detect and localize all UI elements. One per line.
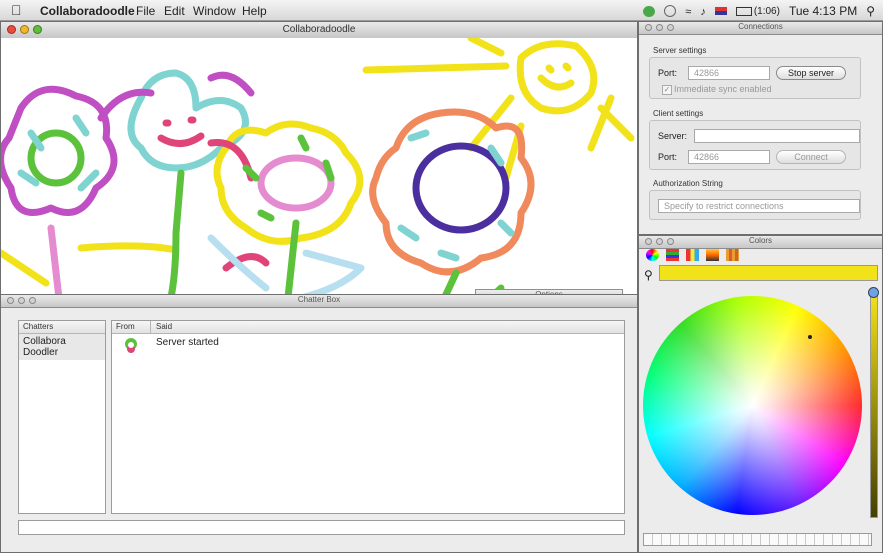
- crayons-icon[interactable]: [726, 249, 739, 261]
- colors-window: Colors ⚲: [638, 235, 883, 553]
- color-sliders-icon[interactable]: [666, 249, 679, 261]
- doodle-sun-face: [537, 62, 575, 91]
- immediate-sync-label: Immediate sync enabled: [674, 84, 772, 94]
- auth-group: Specify to restrict connections: [649, 190, 861, 220]
- doodle-purple-flower: [1, 85, 118, 216]
- brightness-slider[interactable]: [870, 292, 878, 518]
- app-menu[interactable]: Collaboradoodle: [40, 4, 135, 18]
- doodle-face-flower-face: [157, 116, 205, 147]
- client-settings-label: Client settings: [653, 109, 704, 118]
- selected-color-bar[interactable]: [659, 265, 878, 281]
- menu-edit[interactable]: Edit: [164, 4, 185, 18]
- colors-titlebar[interactable]: Colors: [639, 236, 882, 249]
- server-settings-group: Port: 42866 Stop server ✓ Immediate sync…: [649, 57, 861, 99]
- main-titlebar[interactable]: Collaboradoodle: [1, 22, 637, 39]
- clock[interactable]: Tue 4:13 PM: [789, 4, 857, 18]
- colors-title: Colors: [748, 236, 773, 245]
- doodle-sun: [516, 40, 598, 115]
- server-settings-label: Server settings: [653, 46, 707, 55]
- connect-button[interactable]: Connect: [776, 150, 846, 164]
- chatter-item[interactable]: Collabora Doodler: [19, 334, 105, 360]
- menu-file[interactable]: File: [136, 4, 155, 18]
- menu-help[interactable]: Help: [242, 4, 267, 18]
- auth-label: Authorization String: [653, 179, 723, 188]
- chatter-titlebar[interactable]: Chatter Box: [1, 295, 637, 308]
- chatters-header[interactable]: Chatters: [19, 321, 105, 334]
- flag-icon[interactable]: [714, 7, 727, 15]
- sync-status-icon[interactable]: [643, 5, 656, 17]
- color-wheel-icon[interactable]: [646, 249, 659, 261]
- server-label: Server:: [658, 131, 688, 141]
- said-column-header[interactable]: Said: [156, 321, 172, 333]
- connections-titlebar[interactable]: Connections: [639, 22, 882, 35]
- chatter-title: Chatter Box: [297, 295, 341, 304]
- volume-icon[interactable]: ♪: [700, 6, 706, 18]
- brightness-slider-knob[interactable]: [868, 287, 879, 298]
- doodle-yellow-flower-center: [257, 154, 335, 212]
- connections-window: Connections Server settings Port: 42866 …: [638, 21, 883, 235]
- avatar-icon: [122, 337, 140, 355]
- wifi-icon[interactable]: ≈: [685, 6, 691, 18]
- color-wheel[interactable]: [643, 296, 862, 515]
- from-column-header[interactable]: From: [116, 321, 135, 333]
- color-swatches-strip[interactable]: [643, 533, 872, 546]
- table-row[interactable]: Server started: [112, 334, 624, 358]
- client-port-label: Port:: [658, 152, 678, 162]
- chat-input[interactable]: [18, 520, 625, 535]
- time-machine-icon[interactable]: [664, 5, 677, 17]
- doodle-face-flower-petals: [97, 71, 255, 122]
- immediate-sync-checkbox[interactable]: ✓: [662, 85, 672, 95]
- apple-menu-icon[interactable]: : [11, 2, 22, 18]
- server-port-label: Port:: [658, 68, 678, 78]
- auth-field[interactable]: Specify to restrict connections: [658, 199, 860, 213]
- menu-bar:  Collaboradoodle File Edit Window Help …: [0, 0, 883, 21]
- doodle-leaves-left: [1, 242, 180, 287]
- magnifier-icon[interactable]: ⚲: [644, 268, 653, 282]
- color-palettes-icon[interactable]: [686, 249, 699, 261]
- stop-server-button[interactable]: Stop server: [776, 66, 846, 80]
- doodle-purple-flower-stem: [47, 224, 63, 298]
- server-field[interactable]: [694, 129, 860, 143]
- chatters-list[interactable]: Chatters Collabora Doodler: [18, 320, 106, 514]
- messages-table[interactable]: From Said Server started: [111, 320, 625, 514]
- client-settings-group: Server: Port: 42866 Connect: [649, 120, 861, 170]
- server-port-field[interactable]: 42866: [688, 66, 770, 80]
- main-window: Collaboradoodle: [0, 21, 638, 299]
- doodle-orange-flower-center: [412, 142, 510, 234]
- messages-header: From Said: [112, 321, 624, 334]
- menu-window[interactable]: Window: [193, 4, 236, 18]
- doodle-face-flower-stem: [167, 169, 185, 298]
- drawing-canvas[interactable]: [1, 38, 637, 299]
- message-text: Server started: [156, 337, 219, 348]
- battery-time: (1:06): [753, 5, 780, 17]
- chatter-box-window: Chatter Box Chatters Collabora Doodler F…: [0, 294, 638, 553]
- color-wheel-cursor[interactable]: [808, 335, 812, 339]
- doodle-yellow-flower-stem: [284, 219, 300, 298]
- connections-title: Connections: [738, 22, 783, 31]
- spotlight-icon[interactable]: ⚲: [866, 4, 875, 18]
- image-palettes-icon[interactable]: [706, 249, 719, 261]
- main-window-title: Collaboradoodle: [282, 24, 356, 35]
- battery-icon[interactable]: (1:06): [735, 5, 780, 17]
- client-port-field[interactable]: 42866: [688, 150, 770, 164]
